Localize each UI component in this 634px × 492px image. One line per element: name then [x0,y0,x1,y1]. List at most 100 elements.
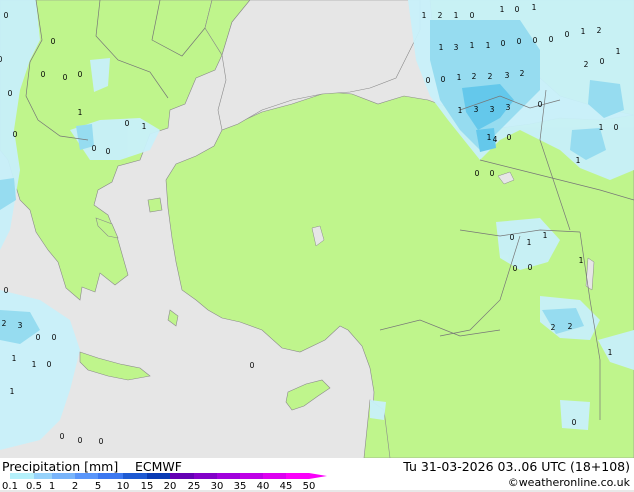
legend-tick-label: 45 [279,481,293,492]
legend-color-cell [52,473,75,479]
legend-tick-label: 35 [233,481,247,492]
precip-value-label: 0 [78,70,83,79]
precip-value-label: 2 [2,319,7,328]
precipitation-map: 1 2 1 0 1 0 1 0 0 1 3 1 1 0 0 0 0 0 1 2 2 0 1 0 0 0 0 0 0 1 2 2 3 2 0 1 3 3 3 0… [0,0,634,459]
legend-tick-label: 15 [140,481,154,492]
precip-value-label: 0 [250,361,255,370]
precip-value-label: 3 [505,71,510,80]
precip-value-label: 0 [515,5,520,14]
precip-value-label: 0 [507,133,512,142]
credit-link[interactable]: ©weatheronline.co.uk [508,476,630,489]
precip-value-label: 0 [8,89,13,98]
precip-value-label: 0 [513,264,518,273]
precip-value-label: 1 [486,41,491,50]
precip-value-label: 0 [51,37,56,46]
precip-value-label: 2 [488,72,493,81]
legend-tick-label: 0.5 [26,481,42,492]
precip-value-label: 1 [142,122,147,131]
precip-value-label: 3 [490,105,495,114]
legend-color-cell [123,473,147,479]
precip-value-label: 0 [528,263,533,272]
precip-value-label: 1 [581,27,586,36]
legend-arrow [309,473,327,479]
legend-color-cell [194,473,217,479]
precip-value-label: 0 [572,418,577,427]
legend-color-cell [75,473,98,479]
precip-value-label: 1 [608,348,613,357]
precip-value-label: 0 [0,55,3,64]
precip-value-label: 0 [501,39,506,48]
legend-color-cell [217,473,240,479]
valid-time: Tu 31-03-2026 03..06 UTC (18+108) [403,459,630,474]
precip-value-label: 0 [52,333,57,342]
precip-value-label: 0 [41,70,46,79]
precip-value-label: 2 [472,72,477,81]
precip-value-label: 0 [510,233,515,242]
precip-value-label: 1 [78,108,83,117]
legend-color-cell [240,473,263,479]
precip-value-label: 0 [600,57,605,66]
precip-value-label: 2 [520,69,525,78]
legend-tick-label: 25 [187,481,201,492]
precip-value-label: 2 [584,60,589,69]
precip-value-label: 0 [470,11,475,20]
precip-value-label: 1 [458,106,463,115]
legend-tick-label: 2 [71,481,79,492]
precip-value-label: 1 [576,156,581,165]
legend-tick-label: 0.1 [2,481,18,492]
precip-value-label: 0 [60,432,65,441]
precip-value-label: 0 [490,169,495,178]
legend-tick-label: 50 [302,481,316,492]
legend-tick-label: 1 [48,481,56,492]
precip-value-label: 1 [454,11,459,20]
precip-value-label: 2 [438,11,443,20]
precip-value-label: 0 [63,73,68,82]
precip-value-label: 2 [597,26,602,35]
model-name: ECMWF [135,459,182,474]
precip-value-label: 1 [616,47,621,56]
precip-value-label: 1 [422,11,427,20]
precip-value-label: 1 [487,133,492,142]
precip-value-label: 0 [614,123,619,132]
precip-value-label: 0 [533,36,538,45]
legend-color-cell [286,473,309,479]
precip-value-label: 1 [579,256,584,265]
precip-value-label: 0 [517,37,522,46]
legend-tick-label: 20 [163,481,177,492]
precip-value-label: 3 [18,321,23,330]
precip-value-label: 0 [475,169,480,178]
legend-color-cell [98,473,123,479]
precip-value-label: 1 [500,5,505,14]
precip-value-label: 2 [551,323,556,332]
precip-value-label: 1 [12,354,17,363]
precip-value-label: 0 [99,437,104,446]
legend-tick-label: 5 [94,481,102,492]
precip-value-label: 1 [527,238,532,247]
precip-value-label: 0 [106,147,111,156]
legend-color-cell [263,473,286,479]
precip-value-label: 0 [47,360,52,369]
precip-value-label: 0 [78,436,83,445]
legend-tick-label: 30 [210,481,224,492]
precip-value-label: 3 [506,103,511,112]
precip-value-label: 3 [474,105,479,114]
legend-color-cell [147,473,170,479]
precip-value-label: 1 [532,3,537,12]
legend-color-cell [34,473,52,479]
precip-value-label: 1 [32,360,37,369]
precip-value-label: 1 [457,73,462,82]
precip-value-label: 0 [565,30,570,39]
precip-value-label: 1 [543,231,548,240]
precip-value-label: 0 [125,119,130,128]
precip-value-label: 0 [549,35,554,44]
precip-value-label: 0 [4,11,9,20]
legend-color-cell [170,473,194,479]
legend-tick-label: 10 [116,481,130,492]
precip-value-label: 3 [454,43,459,52]
precip-value-label: 0 [92,144,97,153]
precip-value-label: 1 [439,43,444,52]
precip-value-label: 0 [426,76,431,85]
map-title: Precipitation [mm] [2,459,119,474]
legend-color-cell [10,473,34,479]
precip-value-label: 0 [36,333,41,342]
